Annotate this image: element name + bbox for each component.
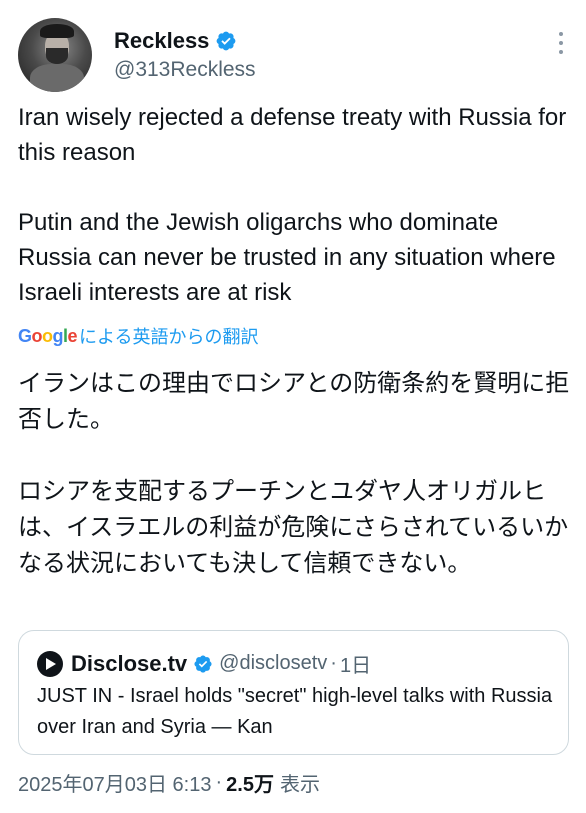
avatar[interactable] <box>18 18 92 92</box>
views-label: 表示 <box>279 774 320 796</box>
translation-attribution[interactable]: Google による英語からの翻訳 <box>18 323 259 349</box>
translated-text: イランはこの理由でロシアとの防衛条約を賢明に拒否した。 ロシアを支配するプーチン… <box>18 370 570 577</box>
timestamp[interactable]: 2025年07月03日 6:13 <box>18 768 211 797</box>
quote-time[interactable]: 1日 <box>340 649 371 678</box>
translate-label[interactable]: による英語からの翻訳 <box>79 323 258 349</box>
more-options-icon[interactable] <box>558 32 564 54</box>
avatar-beard <box>46 48 68 64</box>
verified-badge-icon <box>217 31 236 51</box>
tweet-header: Reckless @313Reckless <box>18 18 568 92</box>
tweet-text: Iran wisely rejected a defense treaty wi… <box>18 104 567 306</box>
views-count: 2.5万 <box>226 774 274 796</box>
avatar-body <box>30 64 84 92</box>
quote-handle[interactable]: @disclosetv <box>219 652 327 675</box>
name-row: Reckless <box>114 28 237 54</box>
quote-avatar-icon[interactable] <box>37 650 63 677</box>
quote-display-name[interactable]: Disclose.tv <box>71 651 187 677</box>
meta-separator: · <box>215 771 223 793</box>
display-name[interactable]: Reckless <box>114 28 209 54</box>
quoted-tweet-card[interactable]: Disclose.tv @disclosetv · 1日 JUST IN - I… <box>18 630 569 755</box>
quote-text: JUST IN - Israel holds "secret" high-lev… <box>37 685 553 738</box>
google-logo-icon: Google <box>18 325 78 346</box>
verified-badge-icon <box>194 654 212 673</box>
quote-header: Disclose.tv @disclosetv · 1日 <box>37 649 371 678</box>
tweet-meta: 2025年07月03日 6:13 · 2.5万 表示 <box>18 768 320 797</box>
quote-separator: · <box>330 652 337 674</box>
avatar-hat <box>40 24 74 38</box>
author-handle[interactable]: @313Reckless <box>114 58 256 82</box>
